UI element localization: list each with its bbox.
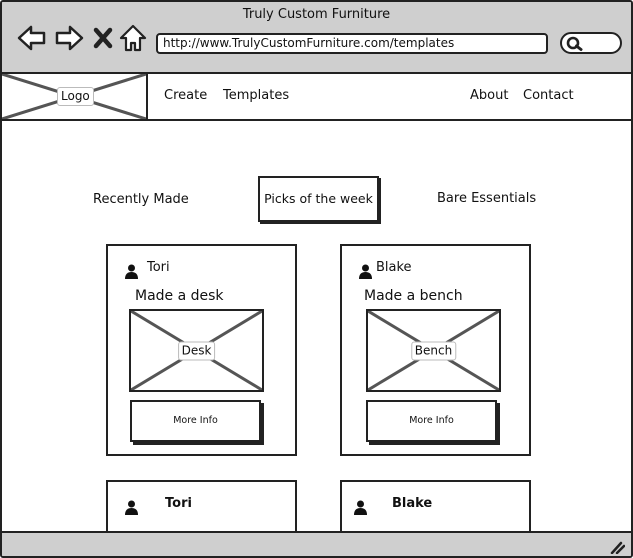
close-x-icon[interactable]	[92, 24, 114, 52]
window-title: Truly Custom Furniture	[242, 7, 391, 22]
nav-link-create[interactable]: Create	[164, 88, 207, 103]
card-user-name: Blake	[376, 260, 412, 275]
browser-window: Truly Custom Furniture http://www.TrulyC…	[0, 0, 633, 558]
status-bar	[2, 531, 631, 556]
tab-bare-essentials[interactable]: Bare Essentials	[437, 191, 536, 206]
more-info-button[interactable]: More Info	[366, 400, 497, 442]
image-label: Desk	[177, 341, 216, 360]
logo-label: Logo	[57, 87, 94, 106]
nav-link-contact[interactable]: Contact	[523, 88, 574, 103]
more-info-button[interactable]: More Info	[130, 400, 261, 442]
back-arrow-icon[interactable]	[17, 24, 47, 52]
resize-grip-icon[interactable]	[609, 539, 626, 555]
logo-placeholder[interactable]: Logo	[2, 74, 148, 119]
template-card: Blake Made a bench Bench More Info	[340, 244, 531, 456]
tab-picks-of-the-week[interactable]: Picks of the week	[258, 176, 379, 222]
card-user-name: Tori	[147, 260, 170, 275]
home-icon[interactable]	[119, 24, 147, 52]
card-user-name: Blake	[392, 496, 433, 511]
card-caption: Made a desk	[135, 288, 224, 304]
browser-toolbar: Truly Custom Furniture http://www.TrulyC…	[2, 2, 631, 74]
user-icon	[125, 500, 138, 515]
tab-recently-made[interactable]: Recently Made	[93, 192, 189, 207]
card-user-name: Tori	[165, 496, 192, 511]
nav-link-about[interactable]: About	[470, 88, 508, 103]
user-icon	[359, 264, 372, 279]
template-card: Tori Made a desk Desk More Info	[106, 244, 297, 456]
card-caption: Made a bench	[364, 288, 463, 304]
image-placeholder: Bench	[366, 309, 501, 392]
user-icon	[125, 264, 138, 279]
user-icon	[354, 500, 367, 515]
address-bar[interactable]: http://www.TrulyCustomFurniture.com/temp…	[156, 33, 548, 54]
browser-search-field[interactable]	[560, 32, 622, 54]
image-placeholder: Desk	[129, 309, 264, 392]
nav-link-templates[interactable]: Templates	[223, 88, 289, 103]
site-nav-bar: Logo Create Templates About Contact	[2, 74, 631, 121]
forward-arrow-icon[interactable]	[54, 24, 84, 52]
image-label: Bench	[410, 341, 457, 360]
